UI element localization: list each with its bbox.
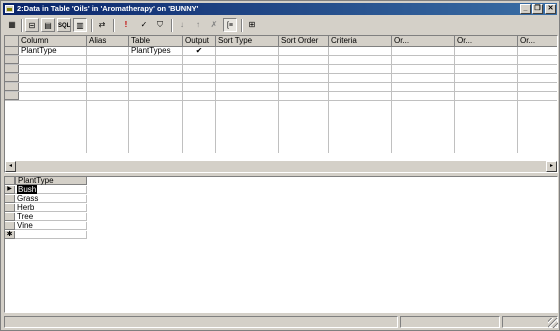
column-header-criteria[interactable]: Criteria <box>329 36 392 47</box>
scroll-left-button[interactable]: ◂ <box>5 161 16 172</box>
row-selector[interactable] <box>5 47 19 55</box>
toolbar-separator <box>241 19 243 32</box>
row-pointer-icon[interactable]: ▶ <box>5 186 15 194</box>
toolbar-separator <box>113 19 115 32</box>
criteria-grid-pane: Column Alias Table Output Sort Type Sort… <box>4 35 558 173</box>
row-selector[interactable] <box>5 213 15 221</box>
verify-sql-icon[interactable]: ✓ <box>137 18 151 32</box>
column-header-or-3[interactable]: Or... <box>518 36 557 47</box>
status-panel-main <box>4 316 398 328</box>
change-type-icon[interactable]: ⇄ <box>95 18 109 32</box>
criteria-cell-column[interactable]: PlantType <box>19 47 86 55</box>
query-window: 2:Data in Table 'Oils' in 'Aromatherapy'… <box>0 0 560 331</box>
row-selector[interactable] <box>5 74 19 82</box>
grid-pane-icon[interactable]: ▤ <box>41 18 55 32</box>
add-table-icon[interactable]: ⊞ <box>245 18 259 32</box>
header-corner <box>5 177 15 185</box>
horizontal-scrollbar[interactable]: ◂ ▸ <box>5 161 557 172</box>
query-window-icon[interactable] <box>5 5 14 13</box>
column-header-or-2[interactable]: Or... <box>455 36 518 47</box>
resize-grip[interactable] <box>548 318 558 328</box>
toolbar-separator <box>21 19 23 32</box>
sql-pane-icon[interactable]: SQL <box>57 18 71 32</box>
result-cell[interactable]: Herb <box>15 204 87 212</box>
row-selector[interactable] <box>5 204 15 212</box>
grid-line <box>5 82 557 83</box>
column-header-or-1[interactable]: Or... <box>392 36 455 47</box>
row-selector[interactable] <box>5 56 19 64</box>
row-selector[interactable] <box>5 65 19 73</box>
toolbar-separator <box>171 19 173 32</box>
row-selector[interactable] <box>5 92 19 100</box>
result-cell-text: Bush <box>17 185 38 194</box>
grid-line <box>5 73 557 74</box>
sort-ascending-icon[interactable]: ↓ <box>175 18 189 32</box>
toolbar: ▦ ⊟ ▤ SQL ▥ ⇄ ! ✓ ⛉ ↓ ↑ ✗ [≡ ⊞ <box>3 17 557 34</box>
result-cell[interactable]: Tree <box>15 213 87 221</box>
scroll-right-button[interactable]: ▸ <box>546 161 557 172</box>
new-row-icon[interactable]: ✱ <box>5 231 15 239</box>
criteria-cell-table[interactable]: PlantTypes <box>129 47 182 55</box>
close-button[interactable]: ✕ <box>545 4 556 14</box>
filter-icon[interactable]: ⛉ <box>153 18 167 32</box>
result-cell[interactable]: Bush <box>15 185 87 194</box>
title-bar[interactable]: 2:Data in Table 'Oils' in 'Aromatherapy'… <box>3 3 557 15</box>
grid-line <box>5 91 557 92</box>
header-corner <box>5 36 19 47</box>
result-cell[interactable]: Vine <box>15 222 87 230</box>
column-header-planttype[interactable]: PlantType <box>15 177 87 185</box>
sort-descending-icon[interactable]: ↑ <box>191 18 205 32</box>
result-cell[interactable]: Grass <box>15 195 87 203</box>
criteria-grid-header: Column Alias Table Output Sort Type Sort… <box>5 36 557 47</box>
status-bar <box>4 316 558 328</box>
row-selector[interactable] <box>5 83 19 91</box>
diagram-pane-icon[interactable]: ⊟ <box>25 18 39 32</box>
toolbar-separator <box>91 19 93 32</box>
grid-line <box>5 64 557 65</box>
grid-line <box>5 100 557 101</box>
row-selector[interactable] <box>5 195 15 203</box>
new-row-cell[interactable] <box>15 231 87 239</box>
minimize-button[interactable]: _ <box>520 4 531 14</box>
status-panel <box>400 316 500 328</box>
results-pane: PlantType ▶ Bush Grass Herb Tree Vine ✱ <box>4 176 558 313</box>
column-header-sort-order[interactable]: Sort Order <box>279 36 329 47</box>
results-pane-icon[interactable]: ▥ <box>73 18 87 32</box>
design-view-icon[interactable]: ▦ <box>5 18 19 32</box>
row-selector[interactable] <box>5 222 15 230</box>
column-header-sort-type[interactable]: Sort Type <box>216 36 279 47</box>
column-header-alias[interactable]: Alias <box>87 36 129 47</box>
grid-line <box>5 55 557 56</box>
output-checkbox[interactable]: ✔ <box>183 47 215 55</box>
window-title: 2:Data in Table 'Oils' in 'Aromatherapy'… <box>17 4 199 13</box>
remove-filter-icon[interactable]: ✗ <box>207 18 221 32</box>
criteria-cell-alias[interactable] <box>87 47 128 55</box>
group-by-icon[interactable]: [≡ <box>223 18 237 32</box>
results-header: PlantType <box>5 177 87 185</box>
run-icon[interactable]: ! <box>119 18 133 32</box>
restore-button[interactable]: ❐ <box>532 4 543 14</box>
